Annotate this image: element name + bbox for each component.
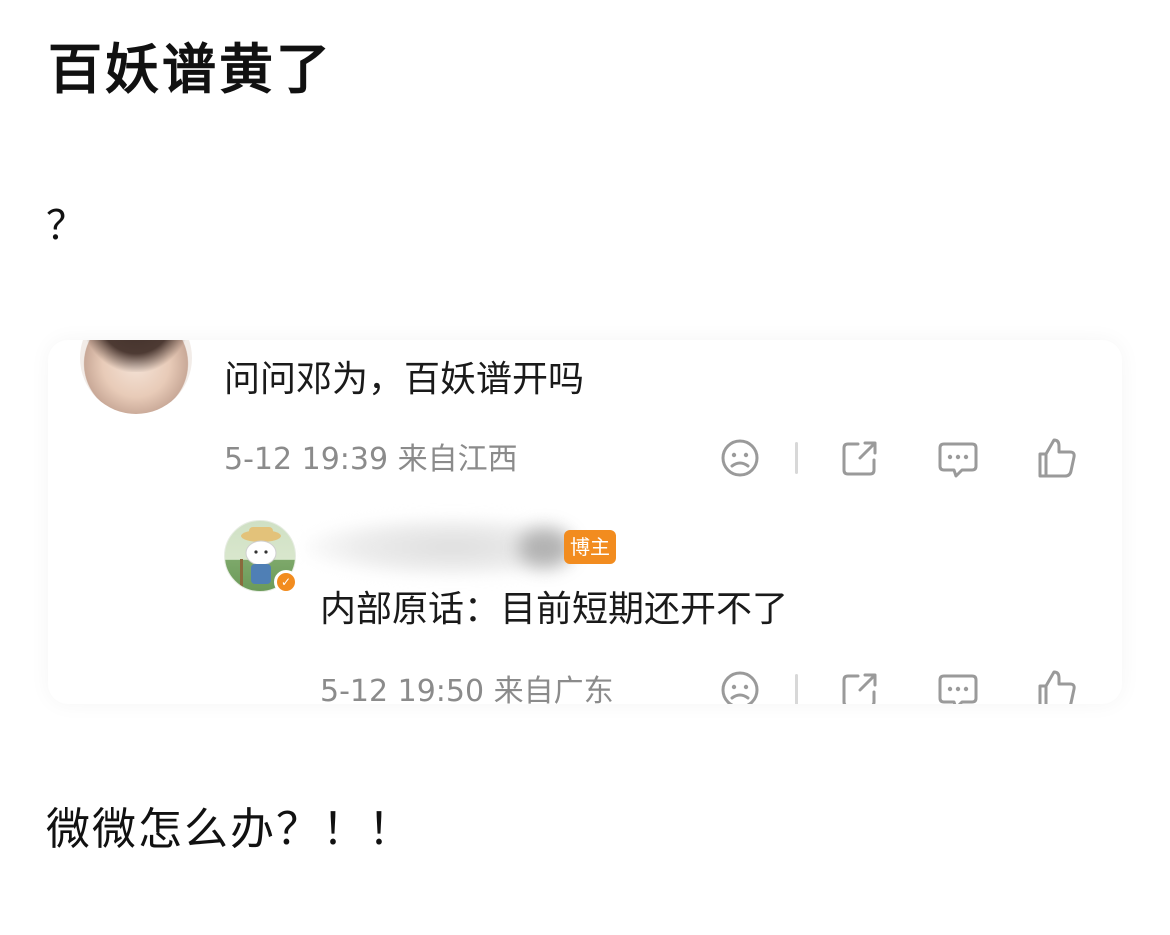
avatar-hair: [80, 340, 192, 372]
comment-bubble-icon[interactable]: [934, 666, 982, 704]
post-title: 百妖谱黄了: [48, 38, 333, 101]
reply-text: 内部原话：目前短期还开不了: [320, 589, 789, 630]
share-icon[interactable]: [836, 434, 884, 482]
comment-actions: [708, 434, 1088, 482]
reply-meta: 5-12 19:50 来自广东: [320, 674, 614, 704]
divider: [795, 674, 798, 704]
avatar[interactable]: [80, 340, 192, 414]
reply-actions: [708, 666, 1088, 704]
post-footer-text: 微微怎么办？！！: [46, 804, 414, 855]
comment-text: 问问邓为，百妖谱开吗: [224, 359, 585, 400]
comment-meta: 5-12 19:39 来自江西: [224, 442, 518, 477]
comment-bubble-icon[interactable]: [934, 434, 982, 482]
comment-screenshot: 问问邓为，百妖谱开吗 5-12 19:39 来自江西 ✓ 博主 内部原话：目前短…: [48, 340, 1122, 704]
frown-emoji-icon[interactable]: [716, 434, 764, 482]
post-body: ？: [46, 203, 86, 249]
thumbs-up-icon[interactable]: [1032, 434, 1080, 482]
frown-emoji-icon[interactable]: [716, 666, 764, 704]
share-icon[interactable]: [836, 666, 884, 704]
author-badge: 博主: [564, 530, 616, 564]
divider: [795, 442, 798, 474]
post-page: 百妖谱黄了 ？ 问问邓为，百妖谱开吗 5-12 19:39 来自江西 ✓ 博主 …: [0, 0, 1170, 935]
thumbs-up-icon[interactable]: [1032, 666, 1080, 704]
verified-badge-icon: ✓: [274, 570, 298, 594]
